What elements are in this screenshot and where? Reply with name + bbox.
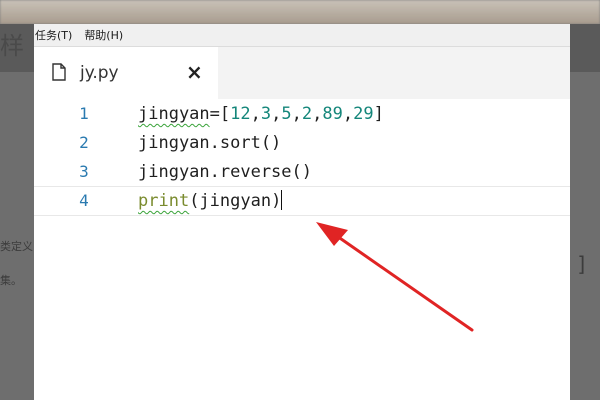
editor-window: 任务(T) 帮助(H) jy.py × 1 jingyan=[12,3,5,2,…: [34, 24, 570, 400]
code-token-number: 89: [322, 104, 343, 124]
code-editor[interactable]: 1 jingyan=[12,3,5,2,89,29] 2 jingyan.sor…: [34, 99, 570, 400]
close-icon[interactable]: ×: [186, 60, 203, 84]
file-icon: [52, 63, 66, 81]
line-number: 2: [79, 133, 89, 152]
code-text: jingyan.sort(): [138, 133, 282, 153]
tab-bar: jy.py ×: [34, 47, 570, 99]
code-token-number: 29: [353, 104, 374, 124]
code-text: jingyan.reverse(): [138, 162, 312, 182]
background-band: [570, 24, 600, 72]
menu-bar: 任务(T) 帮助(H): [34, 24, 570, 47]
code-line: 3 jingyan.reverse(): [34, 158, 570, 186]
line-number: 4: [79, 191, 89, 210]
code-text: print(jingyan): [138, 190, 283, 211]
background-left: 样 类定义 集。: [0, 24, 34, 400]
line-number: 1: [79, 104, 89, 123]
code-line: 2 jingyan.sort(): [34, 129, 570, 157]
code-token-number: 5: [281, 104, 292, 124]
code-token-builtin: print: [138, 191, 190, 211]
background-text: 集。: [0, 275, 22, 287]
menu-item-task[interactable]: 任务(T): [35, 27, 78, 43]
code-line: 1 jingyan=[12,3,5,2,89,29]: [34, 100, 570, 128]
code-token-number: 2: [301, 104, 313, 124]
code-text: jingyan=[12,3,5,2,89,29]: [138, 104, 384, 124]
background-right: ]: [570, 24, 600, 400]
code-line-current: 4 print(jingyan): [34, 186, 570, 216]
background-title: 样: [0, 32, 24, 60]
menu-item-help[interactable]: 帮助(H): [84, 27, 129, 43]
line-number: 3: [79, 162, 89, 181]
code-token-number: 3: [260, 104, 272, 124]
background-text: 类定义: [0, 241, 33, 253]
code-token-variable: jingyan: [138, 104, 210, 124]
browser-strip: [0, 0, 600, 24]
background-bracket: ]: [576, 252, 589, 276]
tab-jy-py[interactable]: jy.py ×: [34, 47, 218, 99]
code-token-number: 12: [230, 104, 251, 124]
text-cursor: [281, 190, 283, 210]
tab-title: jy.py: [80, 63, 119, 83]
